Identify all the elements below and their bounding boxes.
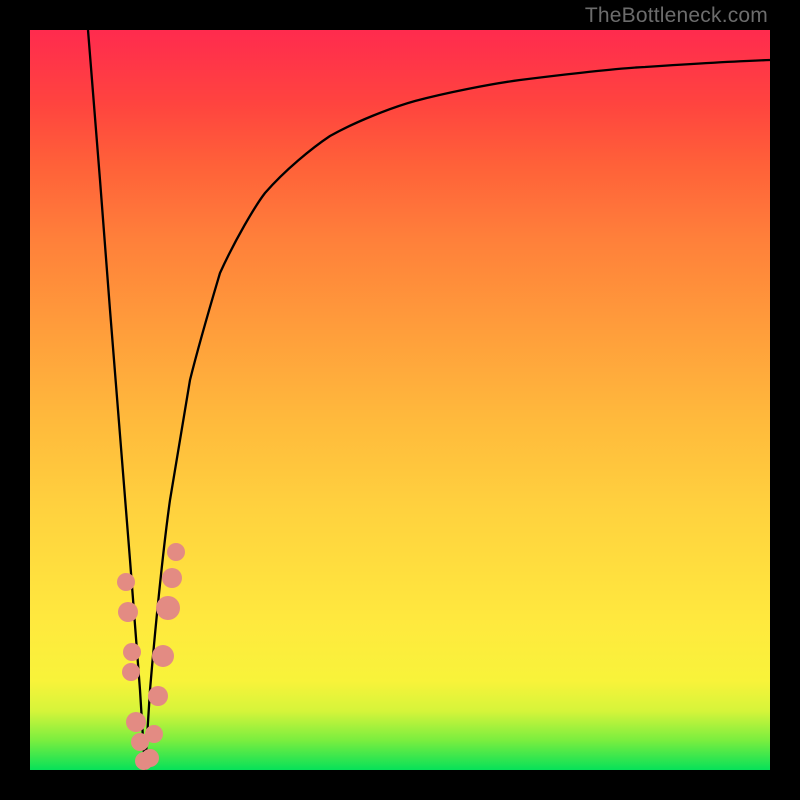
plot-area <box>30 30 770 770</box>
curve-layer <box>30 30 770 770</box>
bottleneck-curve <box>88 30 770 770</box>
chart-frame: TheBottleneck.com <box>0 0 800 800</box>
highlight-dots <box>117 543 185 770</box>
watermark-text: TheBottleneck.com <box>585 4 768 28</box>
